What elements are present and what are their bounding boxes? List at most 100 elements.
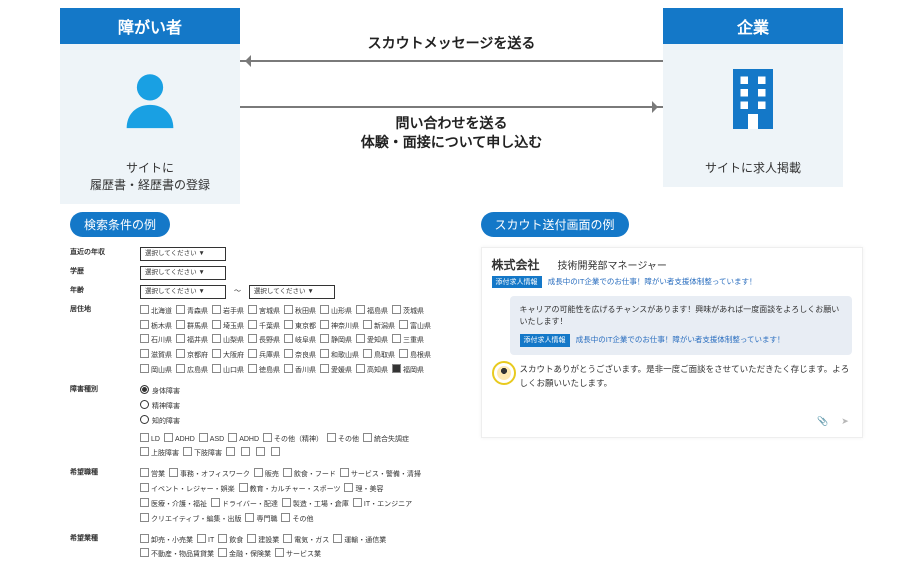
checkbox-option[interactable]: 宮城県 [248, 305, 280, 318]
checkbox-option[interactable]: 製造・工場・倉庫 [282, 498, 349, 511]
checkbox-option[interactable]: 大阪府 [212, 349, 244, 362]
checkbox-option[interactable]: その他（精神） [263, 433, 323, 446]
bubble-attachment-tag[interactable]: 添付求人情報 [520, 334, 570, 347]
checkbox-option[interactable]: 山口県 [212, 364, 244, 377]
checkbox-option[interactable]: 福岡県 [392, 364, 424, 377]
checkbox-option[interactable]: 埼玉県 [212, 320, 244, 333]
checkbox-option[interactable]: 建設業 [247, 534, 279, 547]
radio-option[interactable]: 身体障害 [140, 385, 180, 398]
checkbox-option[interactable] [241, 447, 252, 460]
arrow-area: スカウトメッセージを送る 問い合わせを送る 体験・面接について申し込む [240, 28, 663, 179]
checkbox-option[interactable]: IT [197, 534, 214, 547]
checkbox-option[interactable]: 新潟県 [363, 320, 395, 333]
disability-radios[interactable]: 身体障害精神障害知的障害 [140, 384, 453, 429]
checkbox-option[interactable]: 高知県 [356, 364, 388, 377]
checkbox-option[interactable]: 運輸・通信業 [333, 534, 386, 547]
disability-checkboxes[interactable]: LD ADHD ASD ADHD その他（精神） その他統合失調症上肢障害下肢障害 [140, 432, 453, 462]
checkbox-option[interactable]: 茨城県 [392, 305, 424, 318]
checkbox-option[interactable]: 岡山県 [140, 364, 172, 377]
checkbox-option[interactable]: その他 [281, 513, 313, 526]
checkbox-option[interactable]: 福井県 [176, 334, 208, 347]
checkbox-option[interactable]: その他 [327, 433, 359, 446]
checkbox-option[interactable]: 香川県 [284, 364, 316, 377]
checkbox-option[interactable]: 教育・カルチャー・スポーツ [239, 483, 341, 496]
checkbox-option[interactable]: ASD [199, 433, 224, 446]
send-icon[interactable]: ➤ [838, 415, 852, 429]
arrow-right-icon [240, 106, 663, 108]
checkbox-option[interactable]: 上肢障害 [140, 447, 179, 460]
checkbox-option[interactable]: 長野県 [248, 334, 280, 347]
arrow-left-icon [240, 60, 663, 62]
checkbox-option[interactable]: 愛知県 [356, 334, 388, 347]
radio-option[interactable]: 知的障害 [140, 415, 180, 428]
checkbox-option[interactable]: 秋田県 [284, 305, 316, 318]
checkbox-option[interactable]: 静岡県 [320, 334, 352, 347]
checkbox-option[interactable] [256, 447, 267, 460]
checkbox-option[interactable]: 兵庫県 [248, 349, 280, 362]
checkbox-option[interactable] [226, 447, 237, 460]
checkbox-option[interactable]: 富山県 [399, 320, 431, 333]
checkbox-option[interactable]: ADHD [228, 433, 259, 446]
checkbox-option[interactable]: 北海道 [140, 305, 172, 318]
checkbox-option[interactable]: 営業 [140, 468, 165, 481]
checkbox-option[interactable]: 電気・ガス [283, 534, 329, 547]
checkbox-option[interactable]: ドライバー・配達 [211, 498, 278, 511]
checkbox-option[interactable]: 山梨県 [212, 334, 244, 347]
checkbox-option[interactable]: 群馬県 [176, 320, 208, 333]
checkbox-option[interactable]: 飲食 [218, 534, 243, 547]
checkbox-option[interactable]: 山形県 [320, 305, 352, 318]
income-select[interactable]: 選択してください [140, 247, 226, 261]
checkbox-option[interactable]: 販売 [254, 468, 279, 481]
scout-message-bubble: キャリアの可能性を広げるチャンスがあります！興味があれば一度面談をよろしくお願い… [510, 296, 853, 356]
checkbox-option[interactable]: LD [140, 433, 160, 446]
radio-option[interactable]: 精神障害 [140, 400, 180, 413]
checkbox-option[interactable]: サービス業 [275, 548, 321, 561]
residence-checkboxes[interactable]: 北海道青森県岩手県宮城県秋田県山形県福島県茨城県栃木県群馬県埼玉県千葉県東京都神… [140, 304, 453, 378]
age-from-select[interactable]: 選択してください [140, 285, 226, 299]
checkbox-option[interactable]: 不動産・物品賃貸業 [140, 548, 214, 561]
checkbox-option[interactable]: 栃木県 [140, 320, 172, 333]
checkbox-option[interactable]: 理・美容 [344, 483, 383, 496]
checkbox-option[interactable]: 医療・介護・福祉 [140, 498, 207, 511]
checkbox-option[interactable]: 京都府 [176, 349, 208, 362]
checkbox-option[interactable]: 卸売・小売業 [140, 534, 193, 547]
attachment-tag[interactable]: 添付求人情報 [492, 276, 542, 288]
checkbox-option[interactable] [271, 447, 282, 460]
checkbox-option[interactable]: 三重県 [392, 334, 424, 347]
search-form: 直近の年収 選択してください 学歴 選択してください 年齢 選択してください 〜… [70, 247, 453, 563]
checkbox-option[interactable]: 事務・オフィスワーク [169, 468, 250, 481]
age-to-select[interactable]: 選択してください [249, 285, 335, 299]
checkbox-option[interactable]: 金融・保険業 [218, 548, 271, 561]
industry-checkboxes[interactable]: 卸売・小売業 IT 飲食建設業電気・ガス運輸・通信業不動産・物品賃貸業金融・保険業サ… [140, 533, 453, 563]
checkbox-option[interactable]: 下肢障害 [183, 447, 222, 460]
checkbox-option[interactable]: 広島県 [176, 364, 208, 377]
checkbox-option[interactable]: 石川県 [140, 334, 172, 347]
checkbox-option[interactable]: 岐阜県 [284, 334, 316, 347]
checkbox-option[interactable]: イベント・レジャー・娯楽 [140, 483, 235, 496]
education-select[interactable]: 選択してください [140, 266, 226, 280]
checkbox-option[interactable]: 愛媛県 [320, 364, 352, 377]
checkbox-option[interactable]: 福島県 [356, 305, 388, 318]
checkbox-option[interactable]: 神奈川県 [320, 320, 359, 333]
checkbox-option[interactable]: 専門職 [245, 513, 277, 526]
checkbox-option[interactable]: 和歌山県 [320, 349, 359, 362]
checkbox-option[interactable]: クリエイティブ・編集・出版 [140, 513, 241, 526]
checkbox-option[interactable]: サービス・警備・清掃 [340, 468, 421, 481]
checkbox-option[interactable]: 島根県 [399, 349, 431, 362]
checkbox-option[interactable]: 東京都 [284, 320, 316, 333]
checkbox-option[interactable]: 岩手県 [212, 305, 244, 318]
checkbox-option[interactable]: 奈良県 [284, 349, 316, 362]
inquiry-arrow-label-1: 問い合わせを送る [240, 114, 663, 134]
attach-icon[interactable]: 📎 [816, 415, 830, 429]
scout-tagline: 成長中のIT企業でのお仕事！障がい者支援体制整っています！ [548, 277, 757, 286]
checkbox-option[interactable]: 青森県 [176, 305, 208, 318]
checkbox-option[interactable]: 滋賀県 [140, 349, 172, 362]
checkbox-option[interactable]: 飲食・フード [283, 468, 336, 481]
scout-reply: スカウトありがとうございます。是非一度ご面談をさせていただきたく存じます。よろし… [520, 363, 853, 390]
checkbox-option[interactable]: 統合失調症 [363, 433, 409, 446]
checkbox-option[interactable]: 鳥取県 [363, 349, 395, 362]
checkbox-option[interactable]: 徳島県 [248, 364, 280, 377]
checkbox-option[interactable]: 千葉県 [248, 320, 280, 333]
checkbox-option[interactable]: IT・エンジニア [353, 498, 412, 511]
checkbox-option[interactable]: ADHD [164, 433, 195, 446]
